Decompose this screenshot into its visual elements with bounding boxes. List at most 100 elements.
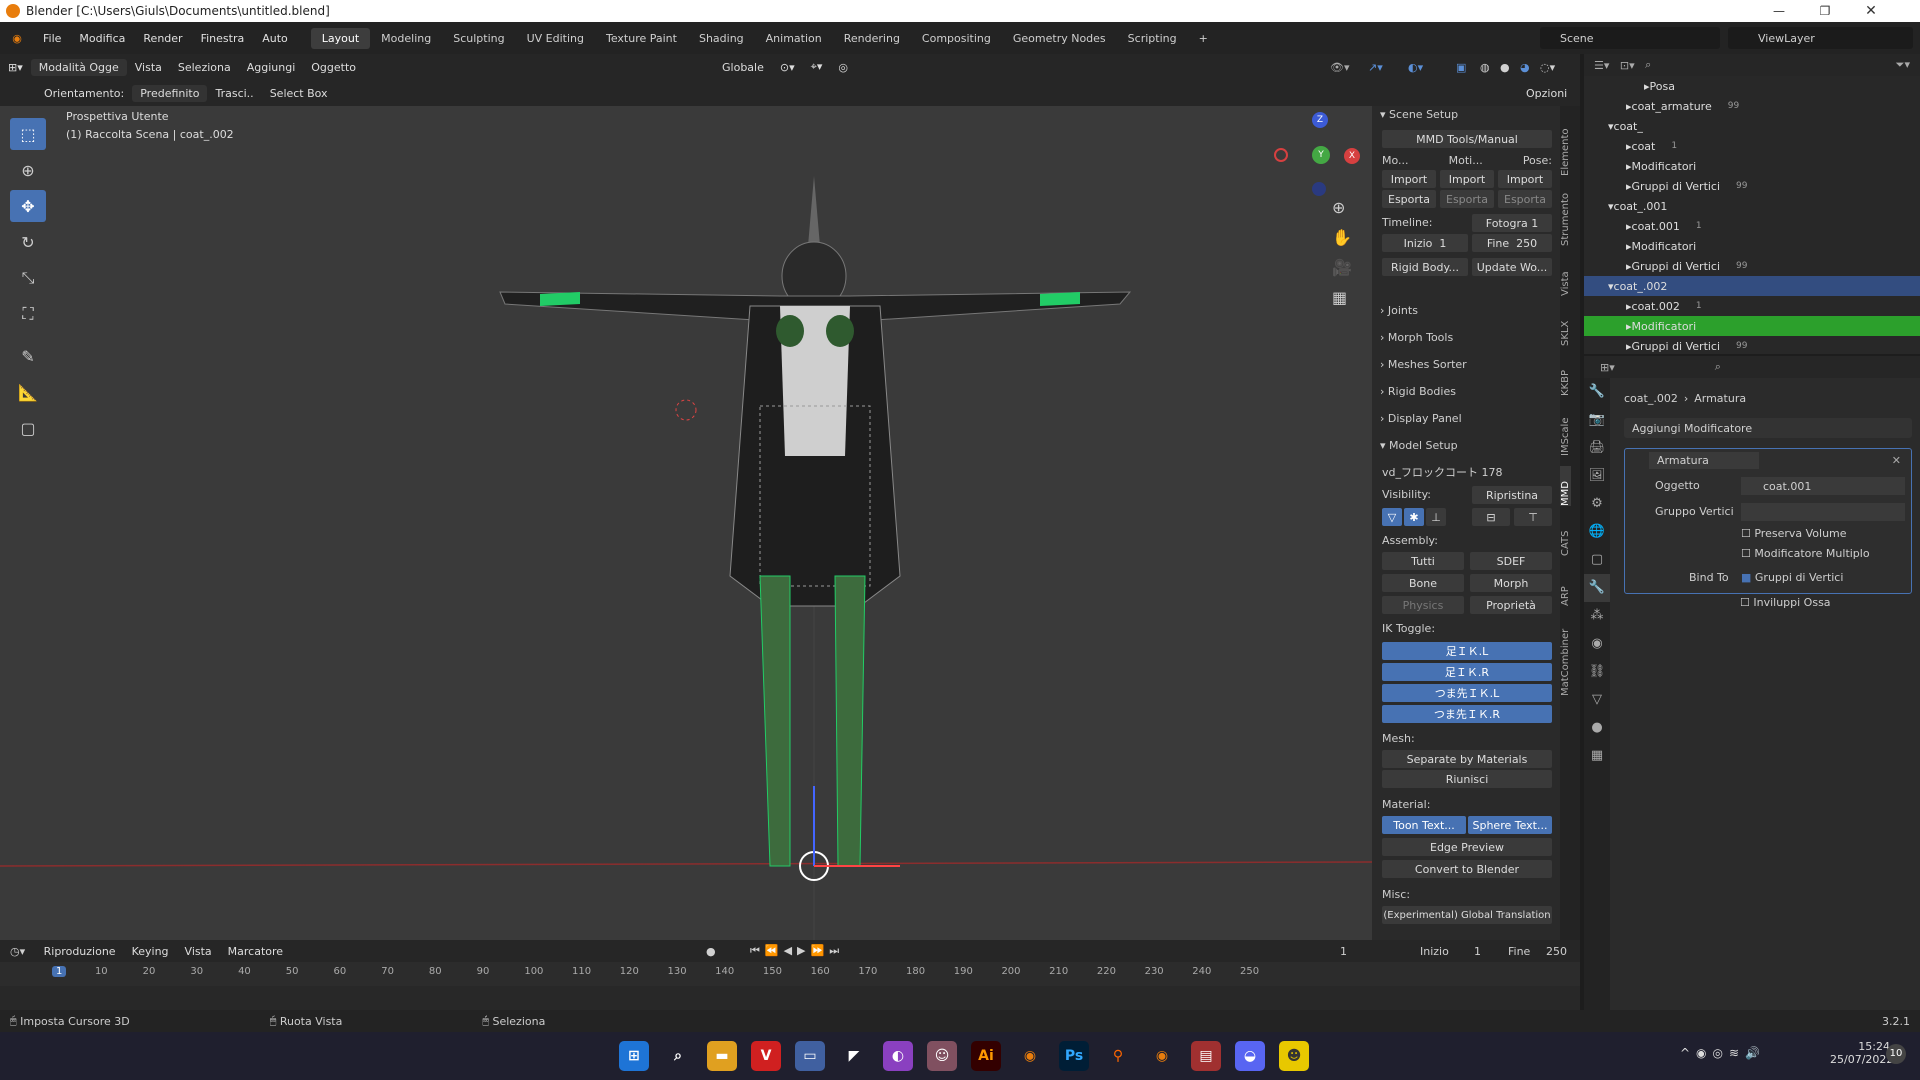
y-axis-icon[interactable]: Y [1312,146,1330,164]
z-axis-icon[interactable]: Z [1312,112,1328,128]
neg-x-icon[interactable] [1274,148,1288,162]
discord-icon[interactable]: ◒ [1235,1041,1265,1071]
paint-app-icon[interactable]: ◐ [883,1041,913,1071]
constraints-tab-icon[interactable]: ⛓ [1584,658,1610,686]
tab-rendering[interactable]: Rendering [833,28,911,49]
toon-texture-button[interactable]: Toon Text... [1382,816,1466,834]
tab-matcombiner[interactable]: MatCombiner [1560,616,1571,696]
separate-materials-button[interactable]: Separate by Materials [1382,750,1552,768]
pan-hand-icon[interactable]: ✋ [1332,228,1352,247]
edge-preview-button[interactable]: Edge Preview [1382,838,1552,856]
outliner-row[interactable]: ▸ Gruppi di Vertici 99 [1584,336,1920,356]
ripristina-button[interactable]: Ripristina [1472,486,1552,504]
export-motion-button[interactable]: Esporta [1440,190,1494,208]
move-tool-icon[interactable]: ✥ [10,190,46,222]
windows-start-icon[interactable]: ⊞ [619,1041,649,1071]
fine-field[interactable]: Fine 250 [1472,234,1552,252]
bone-button[interactable]: Bone [1382,574,1464,592]
tab-arp[interactable]: ARP [1560,566,1571,606]
3d-viewport[interactable]: ⬚ ⊕ ✥ ↻ ⤡ ⛶ ✎ 📐 ▢ Prospettiva Utente (1)… [0,106,1372,940]
add-workspace-button[interactable]: + [1188,28,1219,49]
gruppo-vertici-field[interactable] [1741,503,1905,521]
tool-tab-icon[interactable]: 🔧 [1584,378,1610,406]
select-box-dropdown[interactable]: Select Box [262,85,336,102]
record-icon[interactable]: ● [706,945,716,958]
measure-tool-icon[interactable]: 📐 [10,376,46,408]
update-world-button[interactable]: Update Wo... [1472,258,1552,276]
physics-tab-icon[interactable]: ◉ [1584,630,1610,658]
mode-dropdown[interactable]: Modalità Ogge [30,58,127,76]
joint-visibility-icon[interactable]: ⊤ [1514,508,1552,526]
grid-icon[interactable]: ▦ [1332,288,1347,307]
outliner-row[interactable]: ▾ coat_.002 [1584,276,1920,296]
outliner-editor-icon[interactable]: ☰▾ [1594,59,1609,72]
tab-animation[interactable]: Animation [755,28,833,49]
export-model-button[interactable]: Esporta [1382,190,1436,208]
armature-visibility-icon[interactable]: ✱ [1404,508,1424,526]
outliner-row[interactable]: ▸ Modificatori [1584,316,1920,336]
outliner-search-icon[interactable]: ⌕ [1645,58,1651,72]
menu-render[interactable]: Render [134,32,191,45]
modifier-name-field[interactable]: Armatura [1649,451,1759,469]
timeline-editor-icon[interactable]: ◷▾ [10,945,25,958]
menu-oggetto[interactable]: Oggetto [303,59,364,76]
properties-search-icon[interactable]: ⌕ [1715,360,1721,374]
export-pose-button[interactable]: Esporta [1498,190,1552,208]
breadcrumb-object[interactable]: coat_.002 [1624,392,1678,405]
navigation-gizmo[interactable]: Z X Y [1270,112,1370,202]
blender-menu-icon[interactable]: ◉ [0,32,34,45]
breadcrumb-modifier[interactable]: Armatura [1694,392,1746,405]
inviluppi-ossa-checkbox[interactable]: ☐ Inviluppi Ossa [1740,596,1831,609]
rigid-body-button[interactable]: Rigid Body... [1382,258,1468,276]
gruppi-vertici-checkbox[interactable]: ■ Gruppi di Vertici [1741,571,1843,584]
playback-controls[interactable]: ⏮⏪◀▶⏩⏭ [750,944,844,958]
rigid-bodies-header[interactable]: › Rigid Bodies [1380,385,1456,398]
shading-rendered-icon[interactable]: ◌▾ [1540,61,1555,74]
riunisci-button[interactable]: Riunisci [1382,770,1552,788]
select-tool-icon[interactable]: ⬚ [10,118,46,150]
orientation-dropdown[interactable]: Predefinito [132,84,208,102]
search-icon[interactable]: ⌕ [663,1041,693,1071]
morph-tools-header[interactable]: › Morph Tools [1380,331,1453,344]
output-tab-icon[interactable]: 🖨 [1584,434,1610,462]
marcatore-menu[interactable]: Marcatore [220,943,291,960]
ik-toe-l-toggle[interactable]: つま先ＩＫ.L [1382,684,1552,702]
system-tray-icons[interactable]: ^◉◎≋🔊 [1680,1046,1766,1060]
render-tab-icon[interactable]: 📷 [1584,406,1610,434]
import-motion-button[interactable]: Import [1440,170,1494,188]
shading-material-icon[interactable]: ◕ [1520,61,1530,74]
display-mode-icon[interactable]: ⊡▾ [1620,59,1635,72]
file-explorer-icon[interactable]: ▬ [707,1041,737,1071]
visibility-icon[interactable]: 👁▾ [1330,61,1350,74]
meshes-sorter-header[interactable]: › Meshes Sorter [1380,358,1467,371]
cursor-tool-icon[interactable]: ⊕ [10,154,46,186]
texture-tab-icon[interactable]: ▦ [1584,742,1610,770]
bone-visibility-icon[interactable]: ⊥ [1426,508,1446,526]
outliner-row[interactable]: ▸ coat.001 1 [1584,216,1920,236]
search-app-icon[interactable]: ⚲ [1103,1041,1133,1071]
outliner-row[interactable]: ▸ coat.002 1 [1584,296,1920,316]
tab-imscale[interactable]: IMScale [1560,406,1571,456]
avatar-app-icon[interactable]: ☺ [927,1041,957,1071]
tab-vista[interactable]: Vista [1560,256,1571,296]
menu-auto[interactable]: Auto [253,32,297,45]
transform-orientation-dropdown[interactable]: Globale [714,59,772,76]
clock[interactable]: 15:24 25/07/2022 [1830,1040,1893,1066]
neg-z-icon[interactable] [1312,182,1326,196]
blender-taskbar-icon[interactable]: ◉ [1015,1041,1045,1071]
data-tab-icon[interactable]: ▽ [1584,686,1610,714]
tab-elemento[interactable]: Elemento [1560,116,1571,176]
editor-type-icon[interactable]: ⊞▾ [0,59,31,76]
media-app-icon[interactable]: ◤ [839,1041,869,1071]
proportional-icon[interactable]: ◎ [830,59,856,76]
outliner-row[interactable]: ▸ Gruppi di Vertici 99 [1584,176,1920,196]
annotate-tool-icon[interactable]: ✎ [10,340,46,372]
tab-strumento[interactable]: Strumento [1560,186,1571,246]
outliner-row[interactable]: ▸ coat 1 [1584,136,1920,156]
tab-sklx[interactable]: SKLX [1560,306,1571,346]
scene-selector[interactable]: Scene [1540,27,1720,49]
mmd-manual-button[interactable]: MMD Tools/Manual [1382,130,1552,148]
viewlayer-selector[interactable]: ViewLayer [1728,27,1913,49]
ik-leg-l-toggle[interactable]: 足ＩＫ.L [1382,642,1552,660]
add-modifier-dropdown[interactable]: Aggiungi Modificatore [1624,418,1912,438]
